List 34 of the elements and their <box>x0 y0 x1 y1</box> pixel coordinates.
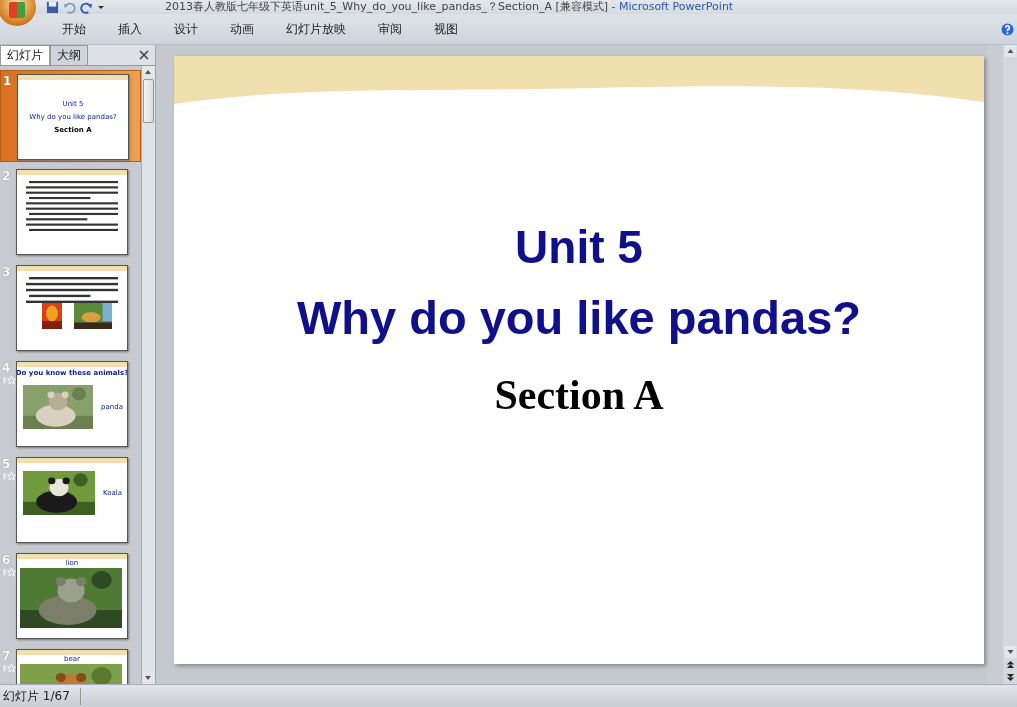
ribbon-tab[interactable]: 动画 <box>218 17 266 41</box>
slide-thumbnail[interactable] <box>16 169 128 255</box>
slide-number: 3 <box>2 265 11 279</box>
close-icon[interactable] <box>139 50 149 60</box>
help-icon[interactable] <box>1001 22 1014 36</box>
save-icon[interactable] <box>46 0 59 14</box>
next-slide-icon[interactable] <box>1005 673 1015 682</box>
panel-tab[interactable]: 幻灯片 <box>0 45 50 65</box>
dropdown-icon[interactable] <box>97 3 105 11</box>
scrollbar-thumb[interactable] <box>143 79 154 123</box>
slide-number: 1 <box>3 74 12 88</box>
app-name: - Microsoft PowerPoint <box>611 0 734 13</box>
slide-number: 5 <box>2 457 11 471</box>
slide-number: 2 <box>2 169 11 183</box>
window-title: 2013春人教版七年级下英语unit_5_Why_do_you_like_pandas_？Section_A [兼容模式] <box>165 0 609 13</box>
slide-subtitle: Section A <box>494 371 664 419</box>
slide-counter: 幻灯片 1/67 <box>0 687 81 705</box>
redo-icon[interactable] <box>80 0 93 14</box>
scroll-up-icon[interactable] <box>1003 45 1017 57</box>
slide-number: 6 <box>2 553 11 567</box>
slide-number: 7 <box>2 649 11 663</box>
previous-slide-icon[interactable] <box>1005 660 1015 669</box>
ribbon-tab[interactable]: 视图 <box>422 17 470 41</box>
ribbon-tab[interactable]: 插入 <box>106 17 154 41</box>
ribbon-tab[interactable]: 审阅 <box>366 17 414 41</box>
scroll-down-icon[interactable] <box>1003 646 1017 658</box>
ribbon-tab[interactable]: 开始 <box>50 17 98 41</box>
panel-tab[interactable]: 大纲 <box>50 45 88 65</box>
slide-thumbnail[interactable] <box>16 265 128 351</box>
slide-title: Why do you like pandas? <box>296 290 862 345</box>
slide-heading: Unit 5 <box>515 220 643 274</box>
ribbon-tab[interactable]: 幻灯片放映 <box>274 17 358 41</box>
ribbon-tab[interactable]: 设计 <box>162 17 210 41</box>
slide-number: 4 <box>2 361 11 375</box>
